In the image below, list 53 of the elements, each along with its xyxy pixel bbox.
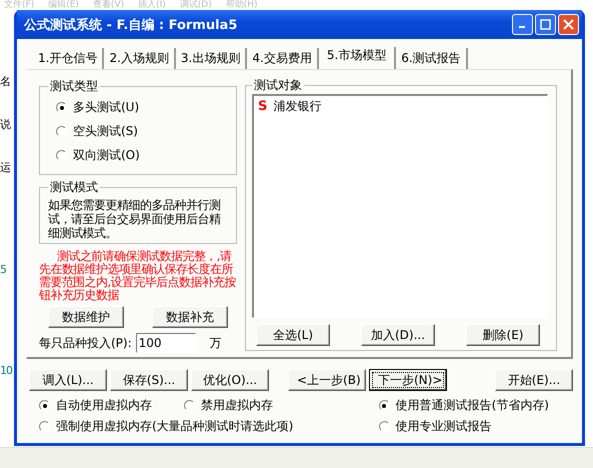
radio-label[interactable]: 禁用虚拟内存	[201, 397, 274, 414]
stock-type-label: S	[258, 99, 268, 114]
list-button[interactable]: 全选(L)	[256, 324, 330, 346]
radio-button[interactable]	[39, 400, 50, 411]
wizard-button[interactable]: 优化(O)...	[191, 369, 269, 391]
radio-button[interactable]	[378, 421, 390, 432]
data-button[interactable]: 数据维护	[48, 306, 124, 328]
radio-button[interactable]	[378, 400, 390, 411]
wizard-button[interactable]: <上一步(B)	[288, 369, 366, 391]
investment-label: 每只品种投入(P):	[39, 334, 132, 352]
tab[interactable]: 3.出场规则	[176, 48, 248, 69]
tab[interactable]: 1.开仓信号	[33, 48, 104, 69]
group-title: 测试对象	[253, 77, 303, 94]
test-mode-description: 如果您需要更精细的多品种并行测试，请至后台交易界面使用后台精细测试模式。	[48, 198, 222, 240]
radio-label[interactable]: 多头测试(U)	[73, 99, 140, 116]
list-button[interactable]: 删除(E)	[466, 324, 540, 346]
investment-field[interactable]: 100	[136, 333, 196, 353]
radio-button[interactable]	[56, 102, 67, 113]
minimize-button[interactable]	[512, 14, 533, 35]
radio-label[interactable]: 使用专业测试报告	[396, 418, 492, 435]
close-button[interactable]	[558, 14, 579, 35]
wizard-button[interactable]: 保存(S)...	[110, 369, 188, 391]
radio-button[interactable]	[184, 400, 196, 411]
radio-button[interactable]	[56, 150, 67, 161]
stock-name[interactable]: 浦发银行	[273, 98, 322, 115]
radio-label[interactable]: 强制使用虚拟内存(大量品种测试时请选此项)	[56, 418, 294, 435]
tab[interactable]: 2.入场规则	[104, 48, 176, 69]
wizard-button[interactable]: 开始(E)...	[495, 369, 573, 391]
maximize-button[interactable]	[535, 14, 556, 35]
wizard-button[interactable]: 调入(L)...	[29, 369, 107, 391]
close-icon	[563, 19, 574, 30]
horizontal-scrollbar[interactable]	[0, 447, 593, 468]
background-label: 5	[0, 263, 7, 276]
window-title: 公式测试系统 - F.自编 : Formula5	[24, 16, 238, 34]
maximize-icon	[540, 19, 551, 30]
background-label: 10	[0, 364, 12, 377]
group-title: 测试类型	[49, 78, 99, 95]
wizard-button[interactable]: 下一步(N)>	[369, 369, 447, 391]
unit-label: 万	[210, 334, 222, 352]
radio-button[interactable]	[56, 126, 67, 137]
background-label: 说	[0, 117, 12, 132]
warning-text: 测试之前请确保测试数据完整，,请先在数据维护选项里确认保存长度在所需要范围之内,设置完毕后点数据补充按钮补充历史数据	[39, 250, 237, 302]
radio-label[interactable]: 双向测试(O)	[73, 147, 140, 164]
radio-label[interactable]: 自动使用虚拟内存	[56, 397, 152, 414]
background-label: 运	[0, 160, 12, 175]
background-label: 名	[0, 74, 11, 89]
radio-button[interactable]	[39, 421, 50, 432]
tab[interactable]: 6.测试报告	[396, 48, 468, 69]
group-title: 测试模式	[49, 179, 99, 196]
radio-label[interactable]: 空头测试(S)	[73, 123, 138, 140]
radio-label[interactable]: 使用普通测试报告(节省内存)	[396, 397, 549, 414]
data-button[interactable]: 数据补充	[152, 306, 228, 328]
list-button[interactable]: 加入(D)...	[361, 324, 435, 346]
